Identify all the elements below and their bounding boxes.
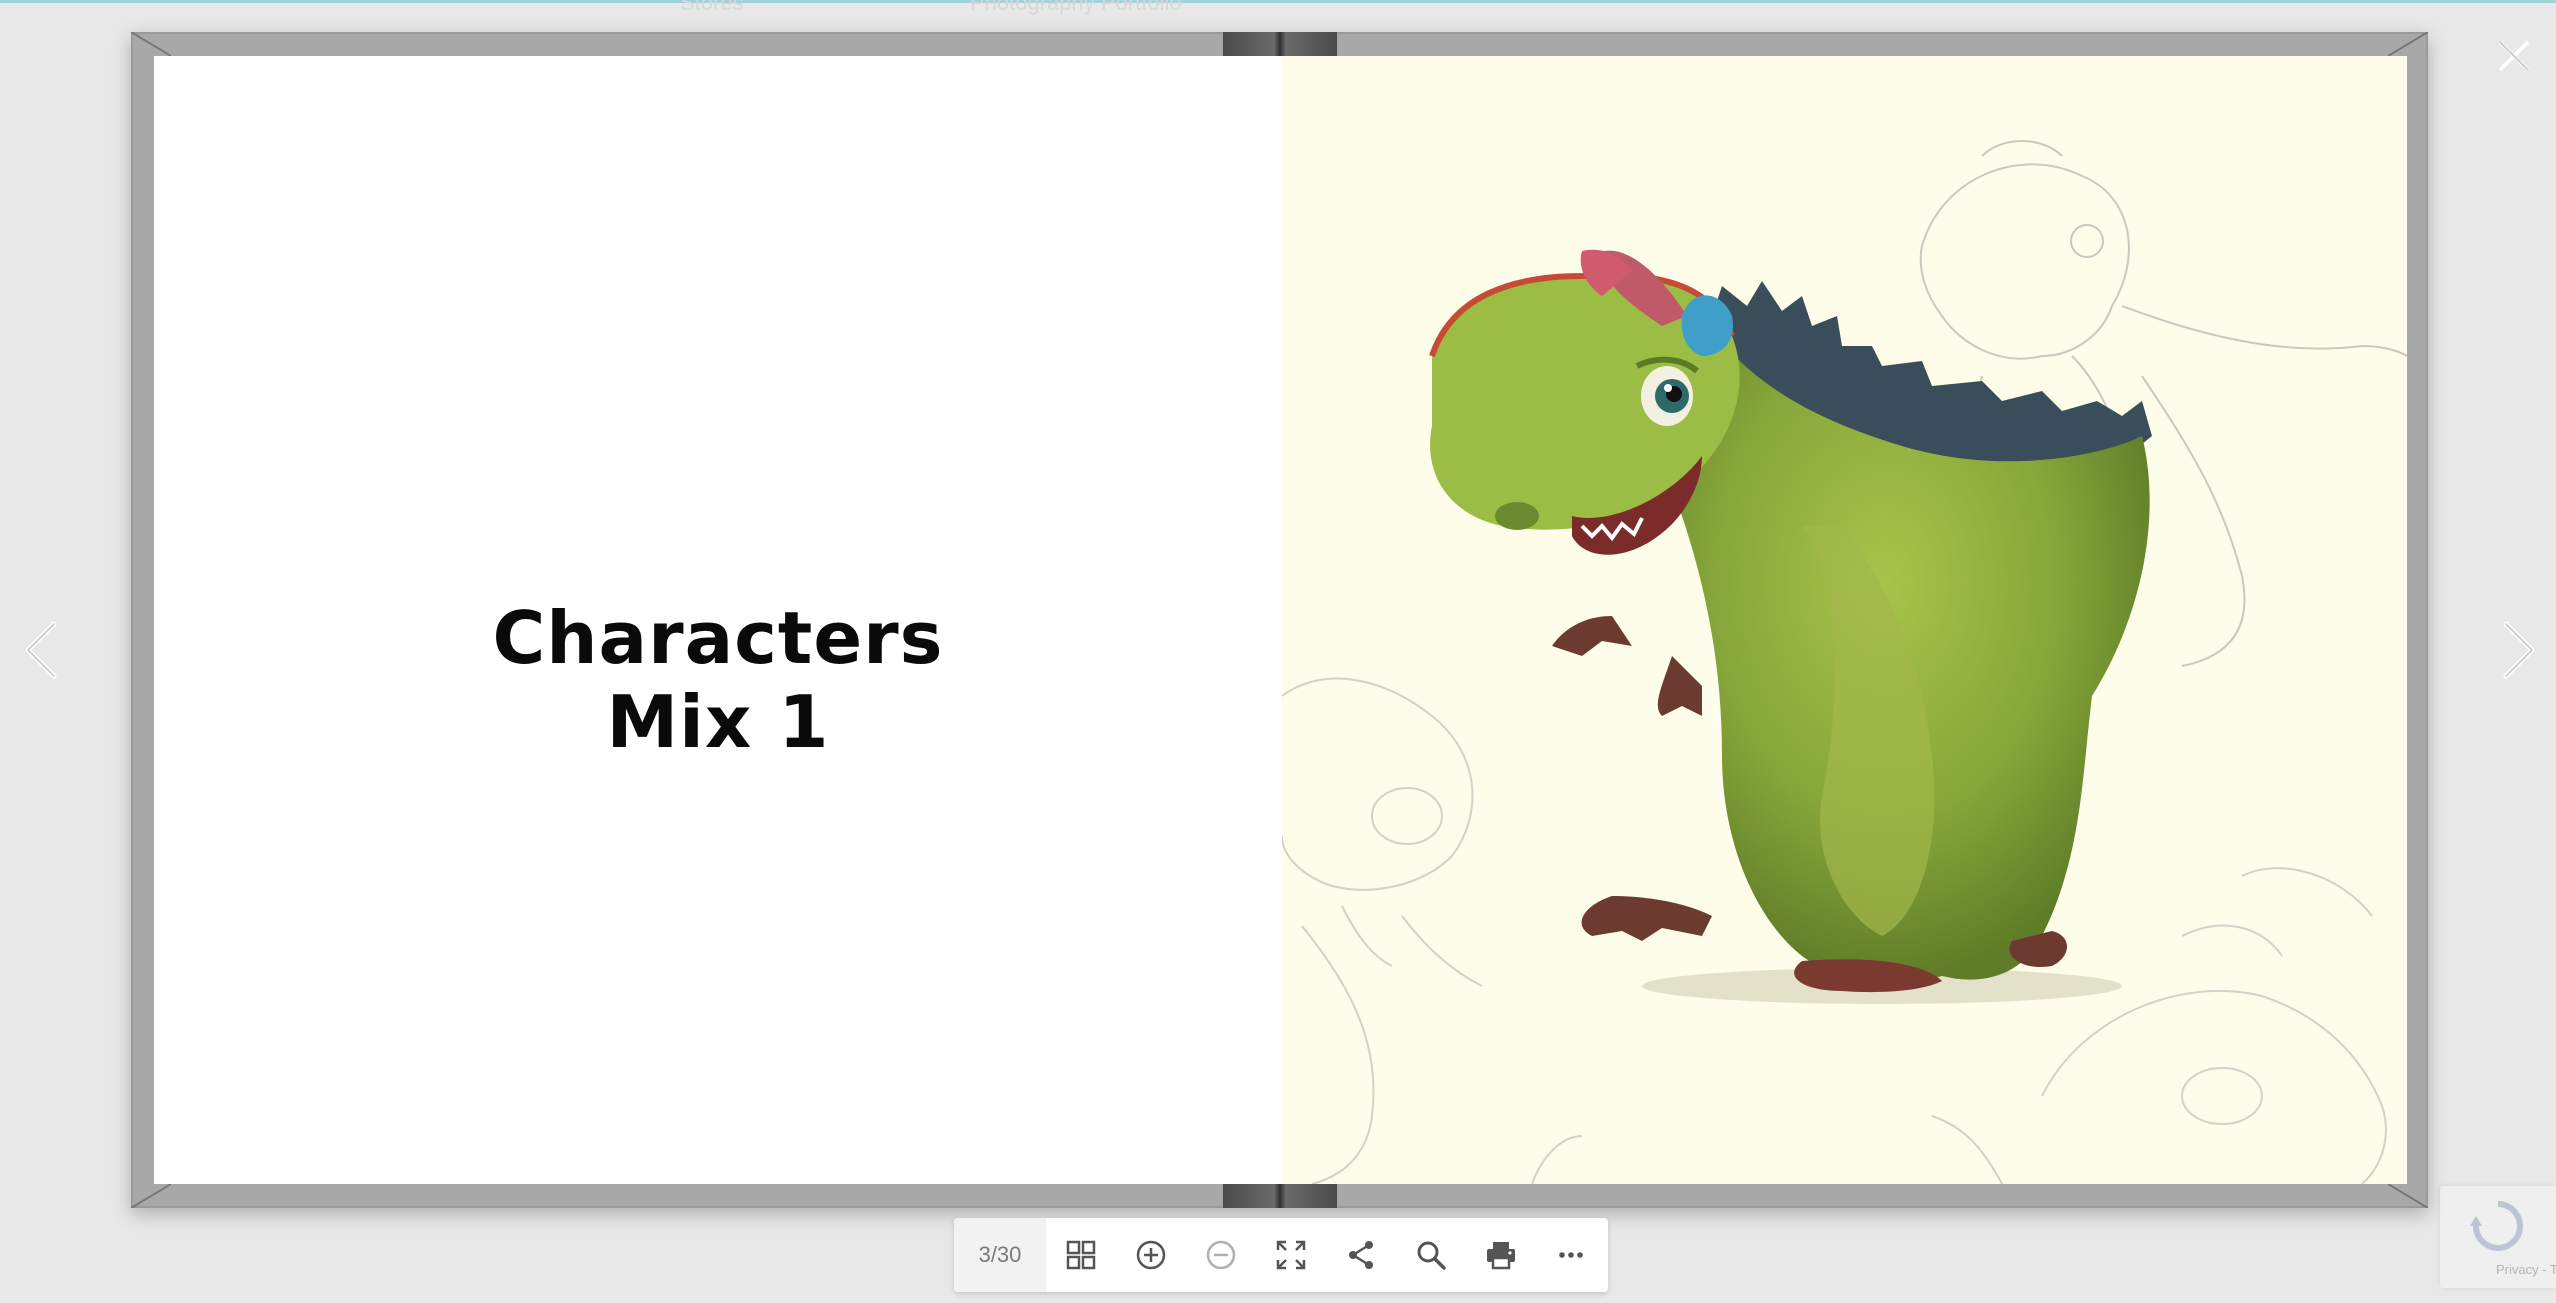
- dinosaur-illustration: [1282, 56, 2407, 1184]
- recaptcha-terms[interactable]: Privacy - Terms: [2496, 1262, 2556, 1277]
- zoom-in-button[interactable]: [1116, 1218, 1186, 1292]
- zoom-out-icon: [1206, 1240, 1236, 1270]
- grid-icon: [1066, 1240, 1096, 1270]
- more-icon: [1559, 1252, 1583, 1258]
- page-title-line-1: Characters: [492, 596, 944, 680]
- close-icon: [2498, 40, 2530, 72]
- frame-corner: [2388, 32, 2428, 56]
- page-counter[interactable]: 3/30: [954, 1218, 1046, 1292]
- zoom-in-icon: [1136, 1240, 1166, 1270]
- page-title: Characters Mix 1: [154, 596, 1282, 764]
- book-spine-bottom: [1223, 1184, 1337, 1208]
- print-icon: [1487, 1242, 1515, 1270]
- chevron-left-icon: [25, 621, 57, 679]
- book-page-right[interactable]: [1282, 56, 2407, 1184]
- print-button[interactable]: [1466, 1218, 1536, 1292]
- background-nav-item-2: Photography Portfolio: [970, 0, 1182, 15]
- previous-page-button[interactable]: [20, 620, 64, 680]
- page-title-line-2: Mix 1: [606, 680, 830, 764]
- next-page-button[interactable]: [2496, 620, 2540, 680]
- share-icon: [1349, 1241, 1373, 1269]
- background-nav-item-1: Stores: [680, 0, 744, 15]
- flipbook-viewer: Stores Photography Portfolio Characters …: [0, 0, 2556, 1303]
- frame-corner: [131, 1184, 171, 1208]
- fullscreen-icon: [1276, 1240, 1306, 1270]
- thumbnails-button[interactable]: [1046, 1218, 1116, 1292]
- book-page-left[interactable]: Characters Mix 1: [154, 56, 1282, 1184]
- zoom-out-button[interactable]: [1186, 1218, 1256, 1292]
- more-options-button[interactable]: [1536, 1218, 1606, 1292]
- book-spine-top: [1223, 32, 1337, 56]
- fullscreen-button[interactable]: [1256, 1218, 1326, 1292]
- search-icon: [1417, 1241, 1446, 1270]
- top-accent-strip: [0, 0, 2556, 3]
- frame-corner: [2388, 1184, 2428, 1208]
- recaptcha-badge[interactable]: Privacy - Terms: [2440, 1186, 2556, 1288]
- viewer-toolbar: 3/30: [954, 1218, 1608, 1292]
- close-button[interactable]: [2494, 36, 2534, 76]
- chevron-right-icon: [2503, 621, 2535, 679]
- recaptcha-icon: [2470, 1201, 2523, 1251]
- share-button[interactable]: [1326, 1218, 1396, 1292]
- frame-corner: [131, 32, 171, 56]
- search-button[interactable]: [1396, 1218, 1466, 1292]
